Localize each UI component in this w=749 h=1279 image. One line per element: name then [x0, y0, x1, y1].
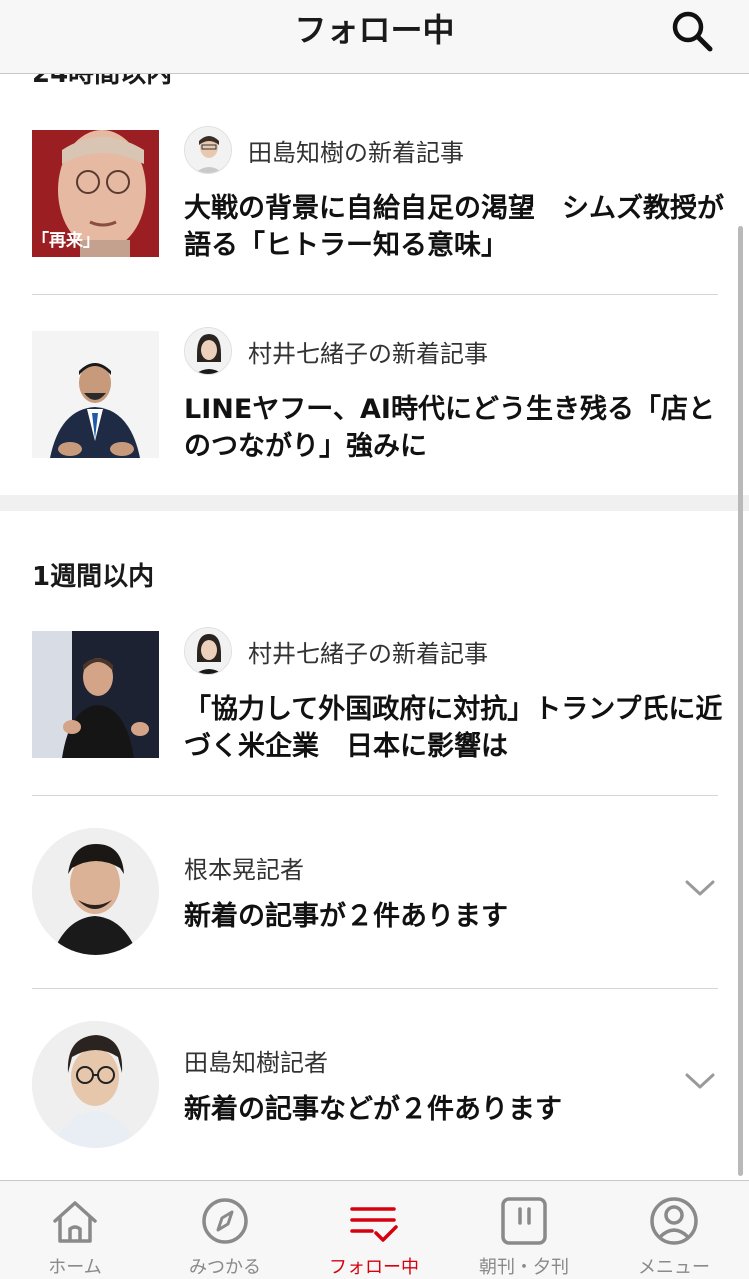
tab-home[interactable]: ホーム: [0, 1181, 150, 1279]
reporter-message: 新着の記事が２件あります: [184, 901, 508, 932]
tab-following[interactable]: フォロー中: [299, 1181, 449, 1279]
article-headline[interactable]: LINEヤフー、AI時代にどう生き残る「店とのつながり」強みに: [184, 391, 724, 465]
tab-newspaper[interactable]: 朝刊・夕刊: [449, 1181, 599, 1279]
author-avatar: [184, 126, 232, 174]
reporter-avatar: [32, 828, 159, 955]
tab-label: ホーム: [48, 1257, 102, 1278]
search-icon: [672, 11, 713, 52]
article-thumbnail: [32, 331, 159, 458]
author-avatar: [184, 627, 232, 675]
page-title: フォロー中: [294, 11, 455, 49]
feed-list[interactable]: 24時間以内 「再来」 田島知樹の新着記事 大戦の背景に自給自足の渇望 シムズ教…: [0, 74, 749, 1180]
article-thumbnail: 「再来」: [32, 130, 159, 257]
tab-label: メニュー: [638, 1257, 710, 1278]
reporter-name: 根本晃記者: [184, 856, 304, 884]
search-button[interactable]: [669, 8, 715, 54]
top-bar: フォロー中: [0, 0, 749, 74]
reporter-message: 新着の記事などが２件あります: [184, 1094, 562, 1125]
article-headline[interactable]: 大戦の背景に自給自足の渇望 シムズ教授が語る「ヒトラー知る意味」: [184, 190, 724, 264]
byline-text: 田島知樹の新着記事: [248, 138, 464, 167]
scrollbar[interactable]: [738, 226, 743, 1176]
tab-label: みつかる: [189, 1257, 261, 1278]
home-icon: [53, 1201, 97, 1243]
follow-list-icon: [350, 1207, 398, 1242]
tab-label: フォロー中: [329, 1257, 419, 1278]
reporter-name: 田島知樹記者: [184, 1049, 328, 1077]
thumbnail-caption: 「再来」: [32, 231, 100, 251]
article-byline: 村井七緒子の新着記事: [184, 627, 488, 675]
compass-icon: [202, 1198, 248, 1244]
article-item[interactable]: 「再来」 田島知樹の新着記事 大戦の背景に自給自足の渇望 シムズ教授が語る「ヒト…: [32, 126, 724, 300]
tab-discover[interactable]: みつかる: [150, 1181, 300, 1279]
bottom-tab-bar: ホーム みつかる フォロー中 朝刊・夕刊 メニュー: [0, 1180, 749, 1279]
article-item[interactable]: 村井七緒子の新着記事 「協力して外国政府に対抗」トランプ氏に近づく米企業 日本に…: [32, 627, 722, 801]
article-headline[interactable]: 「協力して外国政府に対抗」トランプ氏に近づく米企業 日本に影響は: [184, 691, 724, 765]
byline-text: 村井七緒子の新着記事: [248, 639, 488, 668]
reporter-item[interactable]: 根本晃記者 新着の記事が２件あります: [32, 828, 718, 958]
section-separator: [0, 495, 749, 511]
byline-text: 村井七緒子の新着記事: [248, 339, 488, 368]
divider: [32, 294, 718, 295]
section-heading-24h: 24時間以内: [32, 74, 173, 89]
chevron-down-icon[interactable]: [684, 878, 716, 898]
article-thumbnail: [32, 631, 159, 758]
article-item[interactable]: 村井七緒子の新着記事 LINEヤフー、AI時代にどう生き残る「店とのつながり」強…: [32, 327, 718, 501]
section-heading-1week: 1週間以内: [32, 562, 155, 592]
chevron-down-icon[interactable]: [684, 1071, 716, 1091]
divider: [32, 795, 718, 796]
tab-label: 朝刊・夕刊: [479, 1257, 569, 1278]
article-byline: 田島知樹の新着記事: [184, 126, 464, 174]
user-circle-icon: [650, 1197, 698, 1245]
reporter-item[interactable]: 田島知樹記者 新着の記事などが２件あります: [32, 1021, 718, 1151]
divider: [32, 988, 718, 989]
reporter-avatar: [32, 1021, 159, 1148]
article-byline: 村井七緒子の新着記事: [184, 327, 488, 375]
tab-menu[interactable]: メニュー: [599, 1181, 749, 1279]
newspaper-icon: [501, 1197, 547, 1245]
author-avatar: [184, 327, 232, 375]
